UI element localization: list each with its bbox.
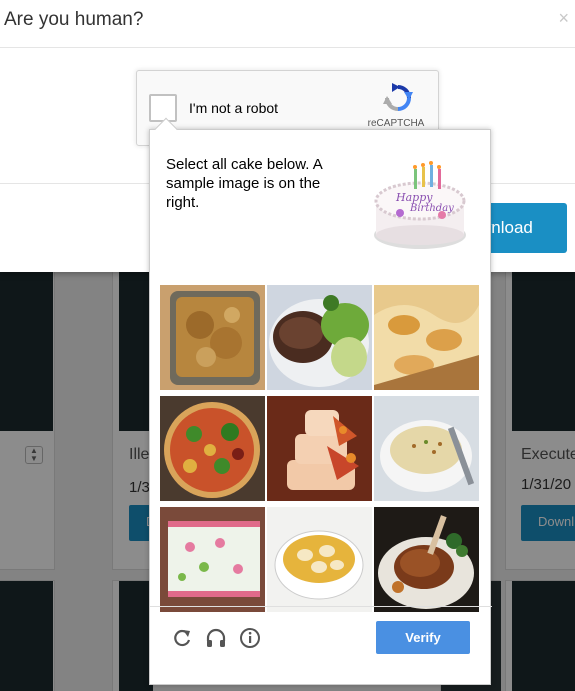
verify-button[interactable]: Verify	[376, 621, 470, 654]
not-robot-label[interactable]: I'm not a robot	[189, 100, 278, 116]
tile-tiered-cake[interactable]	[267, 396, 372, 501]
birthday-cake-sample-icon: Happy Birthday	[370, 153, 470, 253]
recaptcha-challenge: Select all cake below. A sample image is…	[149, 117, 492, 685]
tile-pizza[interactable]	[160, 396, 265, 501]
close-icon[interactable]: ×	[558, 8, 569, 29]
tile-soup-bowl[interactable]	[374, 396, 479, 501]
sample-cake-text: Birthday	[409, 203, 454, 214]
tile-dumpling-soup[interactable]	[267, 507, 372, 612]
recaptcha-brand: reCAPTCHA	[367, 118, 425, 129]
challenge-divider	[150, 606, 492, 607]
tile-casserole[interactable]	[160, 285, 265, 390]
tile-steak-salad[interactable]	[267, 285, 372, 390]
reload-icon[interactable]	[171, 627, 193, 649]
challenge-instructions: Select all cake below. A sample image is…	[166, 156, 322, 211]
tile-sheet-cake[interactable]	[160, 507, 265, 612]
recaptcha-logo-icon	[383, 83, 413, 111]
tile-baked-pastry[interactable]	[374, 285, 479, 390]
tile-roast-duck[interactable]	[374, 507, 479, 612]
modal-title: Are you human?	[4, 9, 144, 30]
headphones-icon[interactable]	[205, 627, 227, 649]
challenge-image-grid	[160, 285, 480, 612]
not-robot-checkbox[interactable]	[149, 94, 177, 122]
info-icon[interactable]	[239, 627, 261, 649]
modal-header: Are you human? ×	[0, 0, 575, 48]
